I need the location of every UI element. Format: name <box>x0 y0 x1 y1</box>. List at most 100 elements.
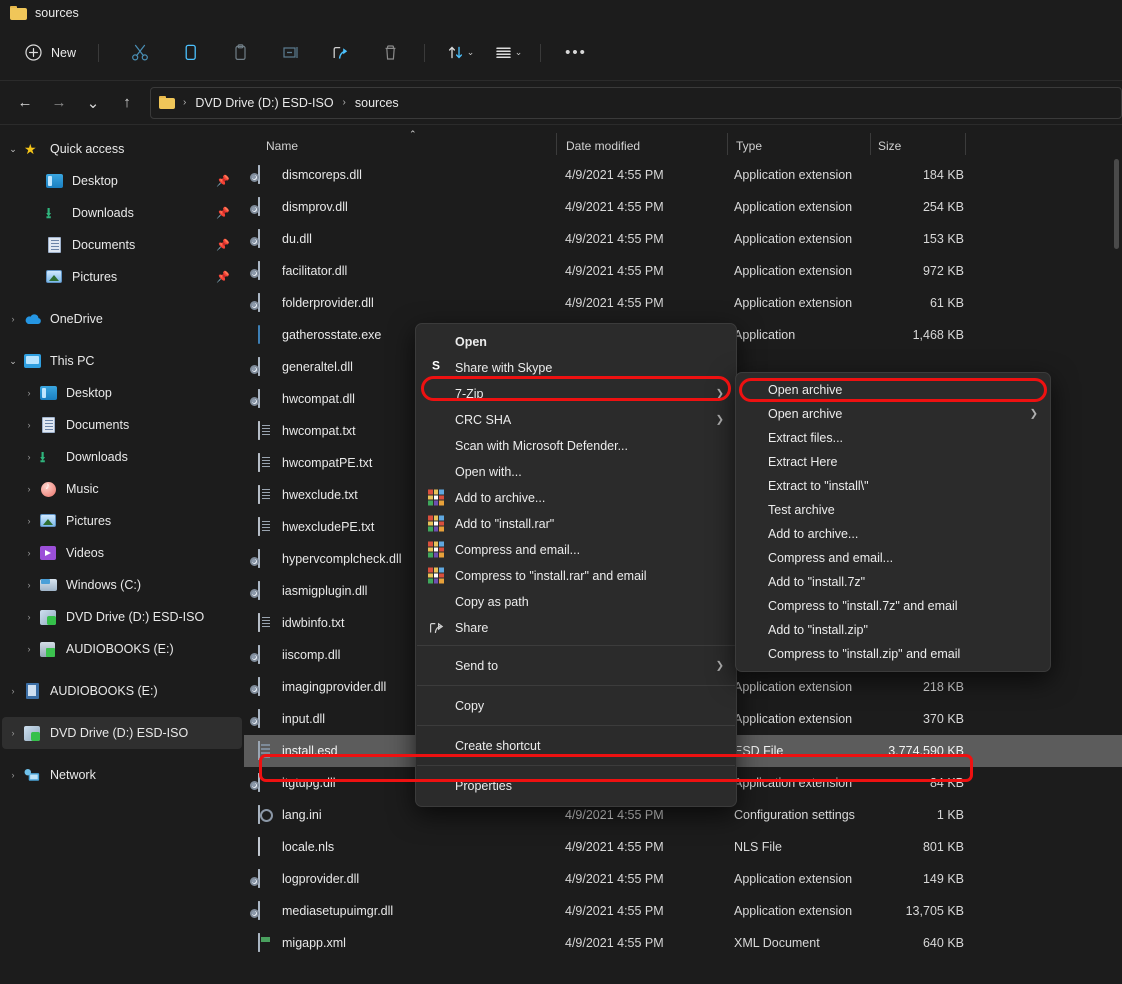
menu-item-open[interactable]: Open <box>416 329 736 355</box>
sort-button[interactable]: ⌄ <box>442 37 478 69</box>
menu-item-add-to-archive[interactable]: Add to archive... <box>416 485 736 511</box>
sidebar-item-dvd-drive[interactable]: › DVD Drive (D:) ESD-ISO <box>2 601 242 633</box>
up-button[interactable]: ↑ <box>110 87 144 119</box>
submenu-item-add-to-install-7z[interactable]: Add to "install.7z" <box>736 570 1050 594</box>
sidebar-item-pictures-qa[interactable]: Pictures 📌 <box>2 261 242 293</box>
menu-item-compress-and-email[interactable]: Compress and email... <box>416 537 736 563</box>
table-row[interactable]: du.dll 4/9/2021 4:55 PM Application exte… <box>244 223 1122 255</box>
paste-button[interactable] <box>222 37 258 69</box>
menu-item-add-to-install-rar[interactable]: Add to "install.rar" <box>416 511 736 537</box>
table-row[interactable]: facilitator.dll 4/9/2021 4:55 PM Applica… <box>244 255 1122 287</box>
pin-icon[interactable]: 📌 <box>216 175 230 188</box>
menu-item-open-with[interactable]: Open with... <box>416 459 736 485</box>
chevron-right-icon[interactable]: › <box>18 420 40 430</box>
chevron-right-icon[interactable]: › <box>18 484 40 494</box>
scrollbar-thumb[interactable] <box>1114 159 1119 249</box>
pin-icon[interactable]: 📌 <box>216 239 230 252</box>
chevron-right-icon[interactable]: › <box>18 612 40 622</box>
chevron-right-icon[interactable]: › <box>2 686 24 696</box>
breadcrumb[interactable]: › DVD Drive (D:) ESD-ISO › sources <box>150 86 1122 119</box>
table-row[interactable]: mediasetupuimgr.dll 4/9/2021 4:55 PM App… <box>244 895 1122 927</box>
breadcrumb-item-drive[interactable]: DVD Drive (D:) ESD-ISO <box>190 94 338 112</box>
sidebar-item-pictures[interactable]: › Pictures <box>2 505 242 537</box>
menu-item-compress-to-install-rar-and-email[interactable]: Compress to "install.rar" and email <box>416 563 736 589</box>
column-header-type[interactable]: Type <box>736 139 762 153</box>
submenu-item-open-archive[interactable]: Open archive <box>736 378 1050 402</box>
column-header-date[interactable]: Date modified <box>566 139 640 153</box>
column-header-name[interactable]: Name <box>266 139 298 153</box>
submenu-item-add-to-install-zip[interactable]: Add to "install.zip" <box>736 618 1050 642</box>
forward-button[interactable]: → <box>42 87 76 119</box>
chevron-right-icon[interactable]: › <box>18 644 40 654</box>
column-divider[interactable] <box>870 133 871 155</box>
chevron-right-icon[interactable]: › <box>18 516 40 526</box>
table-row[interactable]: migapp.xml 4/9/2021 4:55 PM XML Document… <box>244 927 1122 959</box>
sidebar-item-windows-c[interactable]: › Windows (C:) <box>2 569 242 601</box>
submenu-item-test-archive[interactable]: Test archive <box>736 498 1050 522</box>
breadcrumb-item-sources[interactable]: sources <box>350 94 404 112</box>
rename-button[interactable] <box>272 37 308 69</box>
sidebar-item-downloads-qa[interactable]: ⭳ Downloads 📌 <box>2 197 242 229</box>
table-row[interactable]: dismcoreps.dll 4/9/2021 4:55 PM Applicat… <box>244 159 1122 191</box>
menu-item-copy-as-path[interactable]: Copy as path <box>416 589 736 615</box>
sidebar-item-dvd-drive-root[interactable]: › DVD Drive (D:) ESD-ISO <box>2 717 242 749</box>
chevron-right-icon[interactable]: › <box>18 388 40 398</box>
table-row[interactable]: logprovider.dll 4/9/2021 4:55 PM Applica… <box>244 863 1122 895</box>
cut-button[interactable] <box>122 37 158 69</box>
table-row[interactable]: dismprov.dll 4/9/2021 4:55 PM Applicatio… <box>244 191 1122 223</box>
submenu-item-compress-to-install-7z-and-email[interactable]: Compress to "install.7z" and email <box>736 594 1050 618</box>
menu-item-scan-defender[interactable]: Scan with Microsoft Defender... <box>416 433 736 459</box>
vertical-scrollbar[interactable] <box>1112 159 1121 984</box>
submenu-item-compress-to-install-zip-and-email[interactable]: Compress to "install.zip" and email <box>736 642 1050 666</box>
sidebar-item-music[interactable]: › Music <box>2 473 242 505</box>
pin-icon[interactable]: 📌 <box>216 207 230 220</box>
chevron-down-icon[interactable]: ⌄ <box>2 356 24 367</box>
sidebar-item-network[interactable]: › Network <box>2 759 242 791</box>
copy-button[interactable] <box>172 37 208 69</box>
table-row[interactable]: locale.nls 4/9/2021 4:55 PM NLS File 801… <box>244 831 1122 863</box>
column-divider[interactable] <box>556 133 557 155</box>
menu-item-7zip[interactable]: 7-Zip ❯ <box>416 381 736 407</box>
chevron-right-icon[interactable]: › <box>2 314 24 324</box>
chevron-right-icon[interactable]: › <box>2 728 24 738</box>
menu-item-copy[interactable]: Copy <box>416 690 736 721</box>
menu-item-send-to[interactable]: Send to ❯ <box>416 650 736 681</box>
more-button[interactable]: ••• <box>558 37 594 69</box>
submenu-item-open-archive-sub[interactable]: Open archive ❯ <box>736 402 1050 426</box>
menu-item-share[interactable]: Share <box>416 615 736 641</box>
submenu-item-extract-to-install[interactable]: Extract to "install\" <box>736 474 1050 498</box>
chevron-right-icon[interactable]: › <box>18 580 40 590</box>
new-button[interactable]: New <box>12 37 89 69</box>
sidebar-item-documents[interactable]: › Documents <box>2 409 242 441</box>
sidebar-item-videos[interactable]: › Videos <box>2 537 242 569</box>
chevron-right-icon[interactable]: › <box>2 770 24 780</box>
chevron-right-icon[interactable]: › <box>18 548 40 558</box>
sidebar-item-downloads[interactable]: › ⭳ Downloads <box>2 441 242 473</box>
sidebar-item-onedrive[interactable]: › OneDrive <box>2 303 242 335</box>
column-header-size[interactable]: Size <box>878 139 901 153</box>
sidebar-item-audiobooks-root[interactable]: › AUDIOBOOKS (E:) <box>2 675 242 707</box>
submenu-item-compress-and-email[interactable]: Compress and email... <box>736 546 1050 570</box>
submenu-item-extract-here[interactable]: Extract Here <box>736 450 1050 474</box>
column-divider[interactable] <box>727 133 728 155</box>
sidebar-item-desktop-qa[interactable]: Desktop 📌 <box>2 165 242 197</box>
menu-item-share-with-skype[interactable]: Share with Skype <box>416 355 736 381</box>
table-row[interactable]: folderprovider.dll 4/9/2021 4:55 PM Appl… <box>244 287 1122 319</box>
sidebar-item-quick-access[interactable]: ⌄ ★ Quick access <box>2 133 242 165</box>
sidebar-item-desktop[interactable]: › Desktop <box>2 377 242 409</box>
menu-item-crc-sha[interactable]: CRC SHA ❯ <box>416 407 736 433</box>
pin-icon[interactable]: 📌 <box>216 271 230 284</box>
sidebar-item-this-pc[interactable]: ⌄ This PC <box>2 345 242 377</box>
sidebar-item-documents-qa[interactable]: Documents 📌 <box>2 229 242 261</box>
column-divider[interactable] <box>965 133 966 155</box>
chevron-right-icon[interactable]: › <box>18 452 40 462</box>
submenu-item-extract-files[interactable]: Extract files... <box>736 426 1050 450</box>
share-button[interactable] <box>322 37 358 69</box>
view-button[interactable]: ⌄ <box>490 37 526 69</box>
delete-button[interactable] <box>372 37 408 69</box>
sidebar-item-audiobooks-e[interactable]: › AUDIOBOOKS (E:) <box>2 633 242 665</box>
back-button[interactable]: ← <box>8 87 42 119</box>
menu-item-properties[interactable]: Properties <box>416 770 736 801</box>
submenu-item-add-to-archive[interactable]: Add to archive... <box>736 522 1050 546</box>
chevron-down-icon[interactable]: ⌄ <box>2 144 24 155</box>
